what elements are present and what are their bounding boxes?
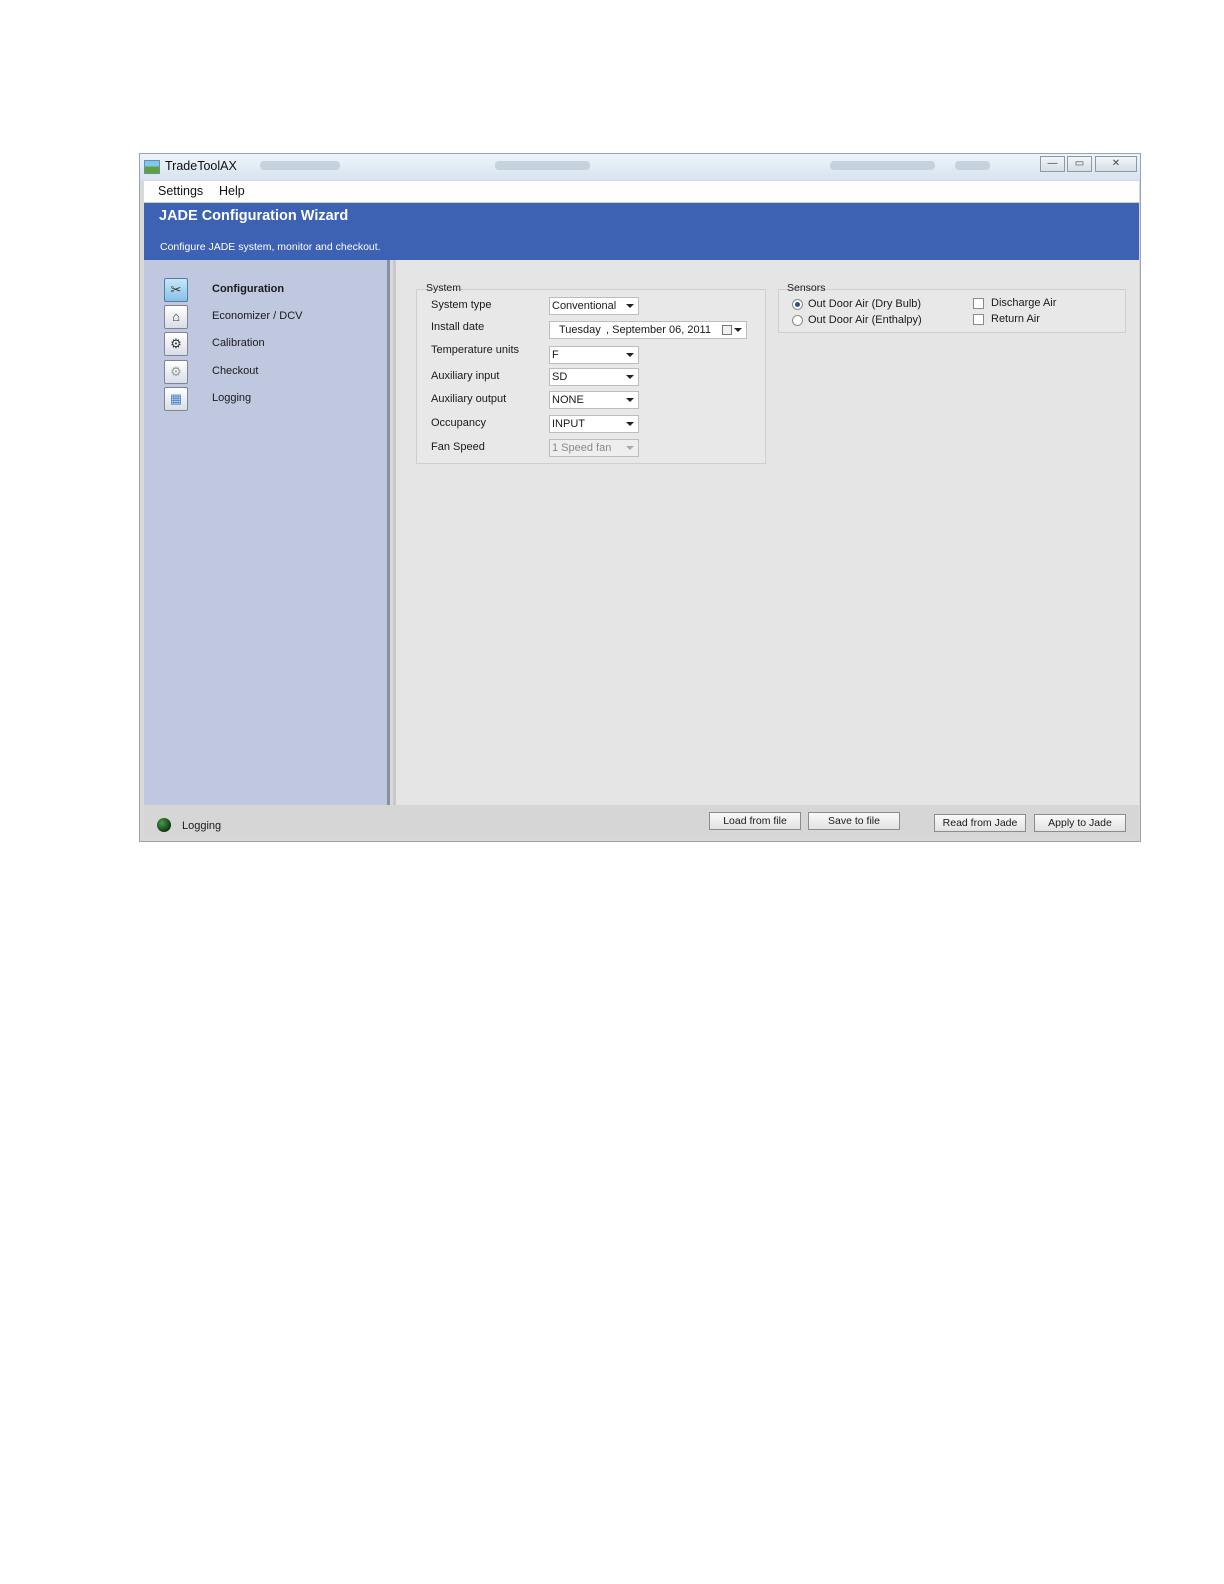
menu-settings[interactable]: Settings (158, 184, 203, 198)
logging-icon: ▦ (164, 387, 188, 411)
field-label: Temperature units (431, 344, 520, 356)
date-day: Tuesday (559, 324, 601, 336)
background-blur (830, 161, 935, 170)
sidebar-item-label: Calibration (212, 337, 265, 349)
close-button[interactable]: ✕ (1095, 156, 1137, 172)
calendar-icon (722, 325, 732, 335)
economizer-icon: ⌂ (164, 305, 188, 329)
header-banner: JADE Configuration Wizard Configure JADE… (144, 203, 1139, 260)
sidebar-item-label: Logging (212, 392, 252, 404)
maximize-button[interactable]: ▭ (1067, 156, 1092, 172)
chevron-down-icon (734, 328, 742, 332)
field-label: Install date (431, 321, 485, 333)
window-title: TradeToolAX (165, 159, 237, 173)
sensors-group (778, 289, 1126, 333)
chevron-down-icon (626, 422, 634, 426)
gear-icon: ⚙ (164, 360, 188, 384)
occupancy-select[interactable]: INPUT (549, 415, 639, 433)
install-date-picker[interactable]: Tuesday , September 06, 2011 (549, 321, 747, 339)
checkbox-discharge-air[interactable] (973, 298, 984, 309)
title-bar: TradeToolAX — ▭ ✕ (140, 154, 1140, 180)
chevron-down-icon (626, 375, 634, 379)
checkbox-label: Return Air (991, 313, 1040, 325)
radio-label: Out Door Air (Enthalpy) (808, 314, 922, 326)
system-group-title: System (426, 282, 462, 294)
fan-speed-select: 1 Speed fan (549, 439, 639, 457)
auxiliary-output-select[interactable]: NONE (549, 391, 639, 409)
app-window: TradeToolAX — ▭ ✕ Settings Help JADE Con… (139, 153, 1141, 842)
sidebar-item-logging[interactable]: ▦ Logging (144, 387, 384, 413)
sidebar-item-label: Configuration (212, 283, 285, 295)
radio-dry-bulb[interactable] (792, 299, 803, 310)
apply-to-jade-button[interactable]: Apply to Jade (1034, 814, 1126, 832)
select-value: SD (552, 371, 568, 383)
field-label: Fan Speed (431, 441, 485, 453)
status-led-icon (157, 818, 171, 832)
menu-help[interactable]: Help (219, 184, 245, 198)
load-from-file-button[interactable]: Load from file (709, 812, 801, 830)
chevron-down-icon (626, 353, 634, 357)
field-label: Auxiliary output (431, 393, 507, 405)
main-panel: System System type Conventional Install … (393, 260, 1139, 805)
sidebar-item-label: Checkout (212, 365, 259, 377)
app-icon (144, 160, 160, 174)
sidebar-item-economizer[interactable]: ⌂ Economizer / DCV (144, 305, 384, 331)
page-subtitle: Configure JADE system, monitor and check… (160, 241, 381, 253)
chevron-down-icon (626, 398, 634, 402)
select-value: 1 Speed fan (552, 442, 612, 454)
menu-bar: Settings Help (144, 181, 1139, 203)
select-value: NONE (552, 394, 584, 406)
background-blur (260, 161, 340, 170)
status-label: Logging (182, 820, 222, 832)
sidebar: ✂ Configuration ⌂ Economizer / DCV ⚙ Cal… (144, 260, 390, 805)
field-label: System type (431, 299, 492, 311)
save-to-file-button[interactable]: Save to file (808, 812, 900, 830)
field-label: Auxiliary input (431, 370, 500, 382)
chevron-down-icon (626, 304, 634, 308)
checkbox-return-air[interactable] (973, 314, 984, 325)
status-bar: Logging Load from file Save to file Read… (144, 805, 1139, 839)
calibration-icon: ⚙ (164, 332, 188, 356)
sidebar-item-calibration[interactable]: ⚙ Calibration (144, 332, 384, 358)
sidebar-item-configuration[interactable]: ✂ Configuration (144, 278, 384, 304)
minimize-button[interactable]: — (1040, 156, 1065, 172)
background-blur (495, 161, 590, 170)
date-value: , September 06, 2011 (606, 324, 711, 336)
field-label: Occupancy (431, 417, 487, 429)
tools-icon: ✂ (164, 278, 188, 302)
page-title: JADE Configuration Wizard (159, 208, 349, 224)
sidebar-item-checkout[interactable]: ⚙ Checkout (144, 360, 384, 386)
select-value: INPUT (552, 418, 585, 430)
system-type-select[interactable]: Conventional (549, 297, 639, 315)
auxiliary-input-select[interactable]: SD (549, 368, 639, 386)
temperature-units-select[interactable]: F (549, 346, 639, 364)
radio-label: Out Door Air (Dry Bulb) (808, 298, 922, 310)
select-value: Conventional (552, 300, 617, 312)
checkbox-label: Discharge Air (991, 297, 1057, 309)
read-from-jade-button[interactable]: Read from Jade (934, 814, 1026, 832)
select-value: F (552, 349, 559, 361)
chevron-down-icon (626, 446, 634, 450)
background-blur (955, 161, 990, 170)
sidebar-item-label: Economizer / DCV (212, 310, 303, 322)
radio-enthalpy[interactable] (792, 315, 803, 326)
sensors-group-title: Sensors (787, 282, 826, 294)
